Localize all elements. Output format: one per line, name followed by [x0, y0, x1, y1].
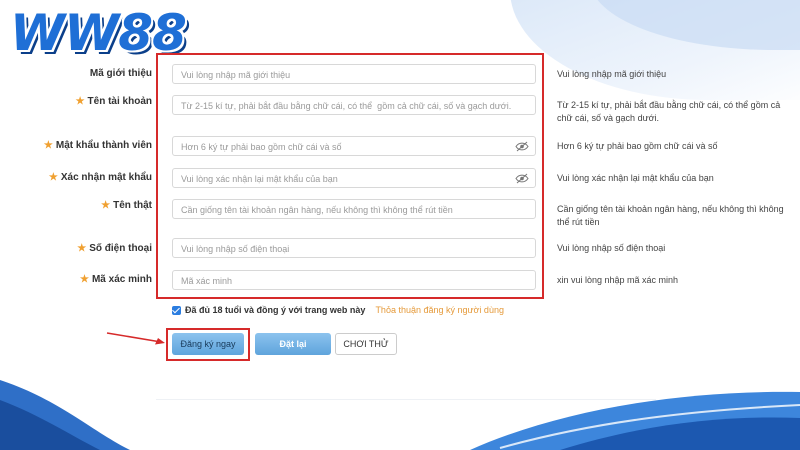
field-label: ★ Xác nhận mật khẩu: [2, 172, 152, 183]
field-label: ★ Số điện thoại: [2, 243, 152, 254]
eye-slash-icon[interactable]: [515, 173, 529, 184]
field-label: Mã giới thiệu: [2, 68, 152, 79]
field-hint: Hơn 6 ký tự phải bao gồm chữ cái và số: [557, 141, 718, 151]
brand-logo: WW88: [10, 4, 210, 64]
register-button[interactable]: Đăng ký ngay: [172, 333, 244, 355]
reset-button[interactable]: Đặt lại: [255, 333, 331, 355]
text-input[interactable]: [173, 138, 511, 156]
field-hint: Vui lòng xác nhận lại mật khẩu của bạn: [557, 173, 714, 183]
field-label-text: Số điện thoại: [89, 243, 152, 254]
field-hint: Vui lòng nhập số điện thoại: [557, 243, 666, 253]
agree-text: Đã đủ 18 tuổi và đồng ý với trang web nà…: [185, 305, 366, 315]
field-label: ★ Mật khẩu thành viên: [2, 140, 152, 151]
input-field[interactable]: [172, 199, 536, 219]
agree-row[interactable]: Đã đủ 18 tuổi và đồng ý với trang web nà…: [172, 305, 504, 315]
field-hint: Cần giống tên tài khoản ngân hàng, nếu k…: [557, 204, 784, 227]
user-agreement-link[interactable]: Thỏa thuận đăng ký người dùng: [375, 305, 504, 315]
field-label-text: Tên thật: [113, 200, 152, 211]
field-label-text: Mã giới thiệu: [89, 68, 152, 79]
field-hint: xin vui lòng nhập mã xác minh: [557, 275, 679, 285]
input-field[interactable]: [172, 64, 536, 84]
input-field[interactable]: [172, 168, 536, 188]
text-input[interactable]: [173, 66, 511, 84]
required-star-icon: ★: [77, 243, 87, 254]
arrow-pointer-icon: [106, 332, 165, 345]
required-star-icon: ★: [48, 172, 58, 183]
field-label: ★ Tên tài khoản: [2, 96, 152, 107]
text-input[interactable]: [173, 97, 511, 115]
field-label: ★ Mã xác minh: [2, 274, 152, 285]
field-label-text: Xác nhận mật khẩu: [60, 172, 152, 183]
text-input[interactable]: [173, 170, 511, 188]
try-play-button[interactable]: CHƠI THỬ: [335, 333, 397, 355]
input-field[interactable]: [172, 270, 536, 290]
required-star-icon: ★: [101, 200, 111, 211]
field-hint: Từ 2-15 kí tự, phải bắt đầu bằng chữ cái…: [557, 100, 781, 123]
field-label: ★ Tên thật: [2, 200, 152, 211]
field-label-text: Tên tài khoản: [87, 96, 152, 107]
agree-checkbox[interactable]: [172, 305, 181, 315]
text-input[interactable]: [173, 272, 511, 290]
required-star-icon: ★: [43, 140, 53, 151]
background-wave-bottom: [0, 380, 800, 450]
required-star-icon: ★: [75, 96, 85, 107]
divider: [156, 399, 656, 400]
input-field[interactable]: [172, 136, 536, 156]
field-hint: Vui lòng nhập mã giới thiệu: [557, 69, 667, 79]
logo-text: WW88: [10, 4, 187, 62]
eye-slash-icon[interactable]: [515, 141, 529, 152]
input-field[interactable]: [172, 95, 536, 115]
field-label-text: Mã xác minh: [91, 274, 152, 285]
field-label-text: Mật khẩu thành viên: [55, 140, 152, 151]
text-input[interactable]: [173, 201, 511, 219]
input-field[interactable]: [172, 238, 536, 258]
text-input[interactable]: [173, 240, 511, 258]
required-star-icon: ★: [80, 274, 89, 285]
